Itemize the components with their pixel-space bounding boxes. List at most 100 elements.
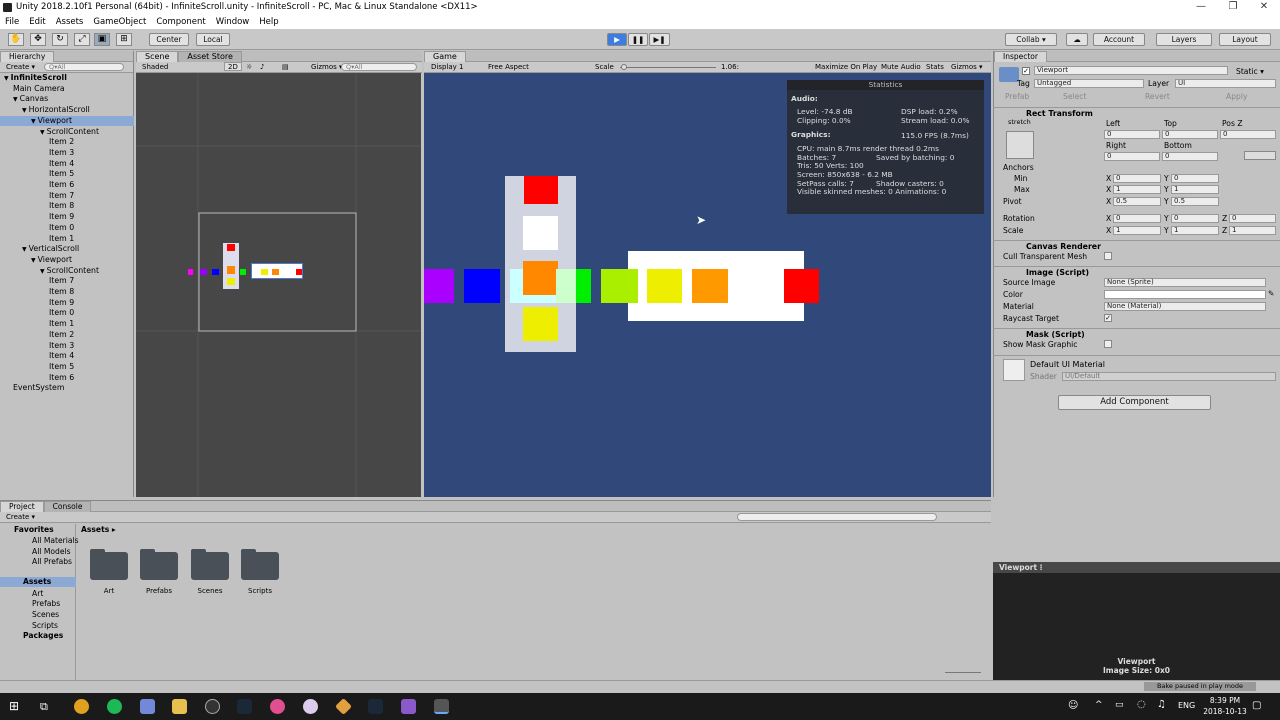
hierarchy-item[interactable]: Item 0 [0,308,134,319]
notification-icon[interactable]: ▢ [1252,700,1261,711]
fav-all-materials[interactable]: All Materials [32,536,79,545]
hierarchy-item[interactable]: Item 5 [0,362,134,373]
maximize-on-play-toggle[interactable]: Maximize On Play [815,62,877,72]
anchor-preset-icon[interactable] [1006,131,1034,159]
scale-y-field[interactable]: 1 [1171,226,1219,235]
left-field[interactable]: 0 [1104,130,1160,139]
tree-scripts[interactable]: Scripts [32,621,58,630]
anchor-max-y-field[interactable]: 1 [1171,185,1219,194]
expand-arrow-icon[interactable]: ▼ [22,107,27,114]
clock-time[interactable]: 8:39 PM [1205,696,1245,705]
add-component-button[interactable]: Add Component [1058,395,1211,410]
menu-file[interactable]: File [0,15,24,29]
hierarchy-item[interactable]: Item 0 [0,223,134,234]
mask-script-header[interactable]: Mask (Script) [993,328,1280,339]
fav-all-models[interactable]: All Models [32,547,71,556]
expand-arrow-icon[interactable]: ▼ [31,257,36,264]
menu-edit[interactable]: Edit [24,15,50,29]
right-field[interactable]: 0 [1104,152,1160,161]
scene-view[interactable] [136,73,421,497]
expand-arrow-icon[interactable]: ▼ [4,75,9,82]
anchors-label[interactable]: Anchors [1003,163,1034,172]
network-icon[interactable]: ◌ [1137,699,1146,710]
expand-arrow-icon[interactable]: ▼ [40,268,45,275]
aspect-dropdown[interactable]: Free Aspect [488,62,529,72]
scale-tool-icon[interactable]: ⤢ [74,33,90,46]
mute-audio-toggle[interactable]: Mute Audio [881,62,921,72]
layout-dropdown[interactable]: Layout [1219,33,1271,46]
display-dropdown[interactable]: Display 1 [431,62,463,72]
hierarchy-item[interactable]: Item 7 [0,191,134,202]
collab-button[interactable]: Collab ▾ [1005,33,1057,46]
prefab-select-button[interactable]: Select [1063,92,1086,101]
menu-component[interactable]: Component [151,15,210,29]
hierarchy-item[interactable]: Item 2 [0,330,134,341]
tab-inspector[interactable]: Inspector [994,51,1047,62]
scene-gizmos-dropdown[interactable]: Gizmos ▾ [311,62,343,72]
hierarchy-item[interactable]: Main Camera [0,84,134,95]
menu-gameobject[interactable]: GameObject [88,15,151,29]
hierarchy-item[interactable]: Item 1 [0,234,134,245]
anchor-min-x-field[interactable]: 0 [1113,174,1161,183]
close-button[interactable]: ✕ [1248,0,1280,15]
raycast-checkbox[interactable]: ✓ [1104,314,1112,322]
hierarchy-item[interactable]: Item 7 [0,276,134,287]
project-search-input[interactable] [737,513,937,521]
tab-asset-store[interactable]: Asset Store [178,51,242,62]
static-toggle[interactable]: Static ▾ [1236,67,1264,76]
tree-prefabs[interactable]: Prefabs [32,599,60,608]
hierarchy-item[interactable]: Item 1 [0,319,134,330]
pivot-x-field[interactable]: 0.5 [1113,197,1161,206]
tab-scene[interactable]: Scene [136,51,179,62]
scene-search-input[interactable]: Q▾All [341,63,417,71]
tab-game[interactable]: Game [424,51,466,62]
rotate-tool-icon[interactable]: ↻ [52,33,68,46]
expand-arrow-icon[interactable]: ▼ [22,246,27,253]
light-toggle-icon[interactable]: ☼ [246,62,252,72]
play-button[interactable]: ▶ [607,33,627,46]
favorites-label[interactable]: Favorites [14,525,54,534]
audio-toggle-icon[interactable]: ♪ [260,62,264,72]
hierarchy-item[interactable]: ▼ Viewport [0,255,134,266]
posz-field[interactable]: 0 [1220,130,1276,139]
hierarchy-item[interactable]: Item 8 [0,201,134,212]
battery-icon[interactable]: ▭ [1115,700,1124,710]
pause-button[interactable]: ❚❚ [628,33,648,46]
steam-2-icon[interactable] [368,699,383,714]
volume-icon[interactable]: ♫ [1157,699,1166,710]
visual-studio-icon[interactable] [401,699,416,714]
scale-slider[interactable] [620,67,716,68]
scale-x-field[interactable]: 1 [1113,226,1161,235]
scale-z-field[interactable]: 1 [1229,226,1276,235]
top-field[interactable]: 0 [1162,130,1218,139]
discord-icon[interactable] [140,699,155,714]
raw-edit-toggle[interactable] [1244,151,1276,160]
hierarchy-item[interactable]: ▼ HorizontalScroll [0,105,134,116]
rotation-y-field[interactable]: 0 [1171,214,1219,223]
pink-app-icon[interactable] [270,699,285,714]
spotify-icon[interactable] [107,699,122,714]
step-button[interactable]: ▶❚ [649,33,670,46]
menu-window[interactable]: Window [211,15,255,29]
hierarchy-create-button[interactable]: Create ▾ [0,63,35,71]
hierarchy-item[interactable]: ▼ VerticalScroll [0,244,134,255]
maximize-button[interactable]: ❐ [1217,0,1249,15]
expand-arrow-icon[interactable]: ▼ [40,129,45,136]
show-mask-checkbox[interactable] [1104,340,1112,348]
2d-toggle[interactable]: 2D [224,62,242,71]
rect-tool-icon[interactable]: ▣ [94,33,110,46]
active-checkbox[interactable]: ✓ [1022,67,1030,75]
hierarchy-item[interactable]: ▼ Canvas [0,94,134,105]
windows-start-icon[interactable]: ⊞ [9,700,22,713]
account-dropdown[interactable]: Account [1093,33,1145,46]
eyedropper-icon[interactable]: ✎ [1268,289,1274,298]
hierarchy-item[interactable]: Item 9 [0,212,134,223]
canvas-renderer-header[interactable]: Canvas Renderer [993,240,1280,251]
tab-console[interactable]: Console [43,501,92,512]
cull-checkbox[interactable] [1104,252,1112,260]
tree-scenes[interactable]: Scenes [32,610,59,619]
tab-project[interactable]: Project [0,501,44,512]
hierarchy-item[interactable]: ▼ ScrollContent [0,127,134,138]
hand-tool-icon[interactable]: ✋ [8,33,24,46]
move-tool-icon[interactable]: ✥ [30,33,46,46]
